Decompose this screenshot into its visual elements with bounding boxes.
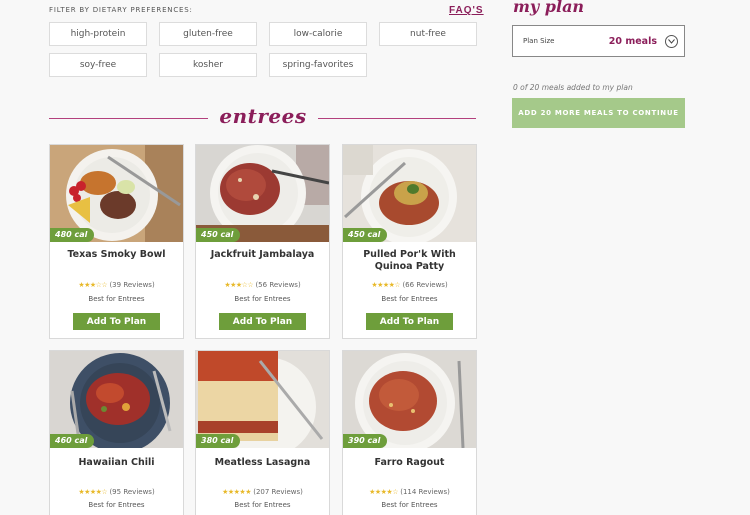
section-title: entrees bbox=[219, 104, 307, 128]
meal-card[interactable]: 450 cal Pulled Por'k With Quinoa Patty ★… bbox=[342, 144, 477, 339]
review-count[interactable]: (207 Reviews) bbox=[253, 488, 303, 496]
filter-chip-high-protein[interactable]: high-protein bbox=[49, 22, 147, 46]
review-count[interactable]: (56 Reviews) bbox=[255, 281, 300, 289]
meal-card[interactable]: 460 cal Hawaiian Chili ★★★★☆ (95 Reviews… bbox=[49, 350, 184, 515]
add-to-plan-button[interactable]: Add To Plan bbox=[366, 313, 453, 330]
plan-size-select[interactable]: Plan Size 20 meals bbox=[512, 25, 685, 57]
filter-heading: FILTER BY DIETARY PREFERENCES: bbox=[49, 6, 193, 14]
meal-image[interactable]: 380 cal bbox=[196, 351, 329, 448]
calorie-badge: 480 cal bbox=[50, 228, 95, 242]
meal-image[interactable]: 390 cal bbox=[343, 351, 476, 448]
meal-card[interactable]: 380 cal Meatless Lasagna ★★★★★ (207 Revi… bbox=[195, 350, 330, 515]
meal-card[interactable]: 450 cal Jackfruit Jambalaya ★★★☆☆ (56 Re… bbox=[195, 144, 330, 339]
filter-chip-gluten-free[interactable]: gluten-free bbox=[159, 22, 257, 46]
calorie-badge: 450 cal bbox=[343, 228, 388, 242]
continue-button[interactable]: ADD 20 MORE MEALS TO CONTINUE bbox=[512, 98, 685, 128]
best-for-label: Best for Entrees bbox=[88, 295, 145, 303]
calorie-badge: 450 cal bbox=[196, 228, 241, 242]
meal-card[interactable]: 390 cal Farro Ragout ★★★★☆ (114 Reviews)… bbox=[342, 350, 477, 515]
star-rating-icon: ★★★★☆ bbox=[371, 281, 401, 289]
meal-rating: ★★★★☆ (114 Reviews) bbox=[343, 488, 476, 496]
meal-image[interactable]: 480 cal bbox=[50, 145, 183, 242]
faq-link[interactable]: FAQ'S bbox=[449, 5, 484, 16]
chevron-down-icon[interactable] bbox=[665, 34, 678, 48]
plan-title: my plan bbox=[513, 0, 585, 16]
filter-chip-nut-free[interactable]: nut-free bbox=[379, 22, 477, 46]
meal-plan-page: FILTER BY DIETARY PREFERENCES: FAQ'S hig… bbox=[0, 0, 750, 515]
section-divider-left bbox=[49, 118, 208, 119]
meal-name[interactable]: Texas Smoky Bowl bbox=[56, 249, 177, 261]
meal-image[interactable]: 450 cal bbox=[343, 145, 476, 242]
calorie-badge: 460 cal bbox=[50, 434, 95, 448]
filter-chip-kosher[interactable]: kosher bbox=[159, 53, 257, 77]
section-divider-right bbox=[318, 118, 476, 119]
calorie-badge: 380 cal bbox=[196, 434, 241, 448]
review-count[interactable]: (66 Reviews) bbox=[402, 281, 447, 289]
star-rating-icon: ★★★★☆ bbox=[78, 488, 108, 496]
meal-rating: ★★★★★ (207 Reviews) bbox=[196, 488, 329, 496]
meal-name[interactable]: Pulled Por'k With Quinoa Patty bbox=[349, 249, 470, 273]
meal-rating: ★★★☆☆ (56 Reviews) bbox=[196, 281, 329, 289]
add-to-plan-button[interactable]: Add To Plan bbox=[73, 313, 160, 330]
best-for-label: Best for Entrees bbox=[381, 295, 438, 303]
star-rating-icon: ★★★★☆ bbox=[369, 488, 398, 496]
meal-image[interactable]: 460 cal bbox=[50, 351, 183, 448]
best-for-label: Best for Entrees bbox=[234, 295, 291, 303]
calorie-badge: 390 cal bbox=[343, 434, 388, 448]
meal-image[interactable]: 450 cal bbox=[196, 145, 329, 242]
meal-name[interactable]: Hawaiian Chili bbox=[56, 457, 177, 469]
plan-size-label: Plan Size bbox=[523, 37, 555, 45]
plan-size-value[interactable]: 20 meals bbox=[609, 36, 657, 47]
review-count[interactable]: (114 Reviews) bbox=[400, 488, 450, 496]
star-rating-icon: ★★★★★ bbox=[222, 488, 251, 496]
meal-rating: ★★★★☆ (95 Reviews) bbox=[50, 488, 183, 496]
filter-chip-low-calorie[interactable]: low-calorie bbox=[269, 22, 367, 46]
best-for-label: Best for Entrees bbox=[88, 501, 145, 509]
meal-rating: ★★★★☆ (66 Reviews) bbox=[343, 281, 476, 289]
review-count[interactable]: (39 Reviews) bbox=[109, 281, 154, 289]
filter-chip-soy-free[interactable]: soy-free bbox=[49, 53, 147, 77]
filter-chip-spring-favorites[interactable]: spring-favorites bbox=[269, 53, 367, 77]
meal-card[interactable]: 480 cal Texas Smoky Bowl ★★★☆☆ (39 Revie… bbox=[49, 144, 184, 339]
review-count[interactable]: (95 Reviews) bbox=[109, 488, 154, 496]
meal-rating: ★★★☆☆ (39 Reviews) bbox=[50, 281, 183, 289]
star-rating-icon: ★★★☆☆ bbox=[224, 281, 254, 289]
add-to-plan-button[interactable]: Add To Plan bbox=[219, 313, 306, 330]
meal-name[interactable]: Jackfruit Jambalaya bbox=[202, 249, 323, 261]
plan-count: 0 of 20 meals added to my plan bbox=[513, 83, 633, 92]
meal-name[interactable]: Meatless Lasagna bbox=[202, 457, 323, 469]
star-rating-icon: ★★★☆☆ bbox=[78, 281, 108, 289]
best-for-label: Best for Entrees bbox=[234, 501, 291, 509]
best-for-label: Best for Entrees bbox=[381, 501, 438, 509]
meal-name[interactable]: Farro Ragout bbox=[349, 457, 470, 469]
